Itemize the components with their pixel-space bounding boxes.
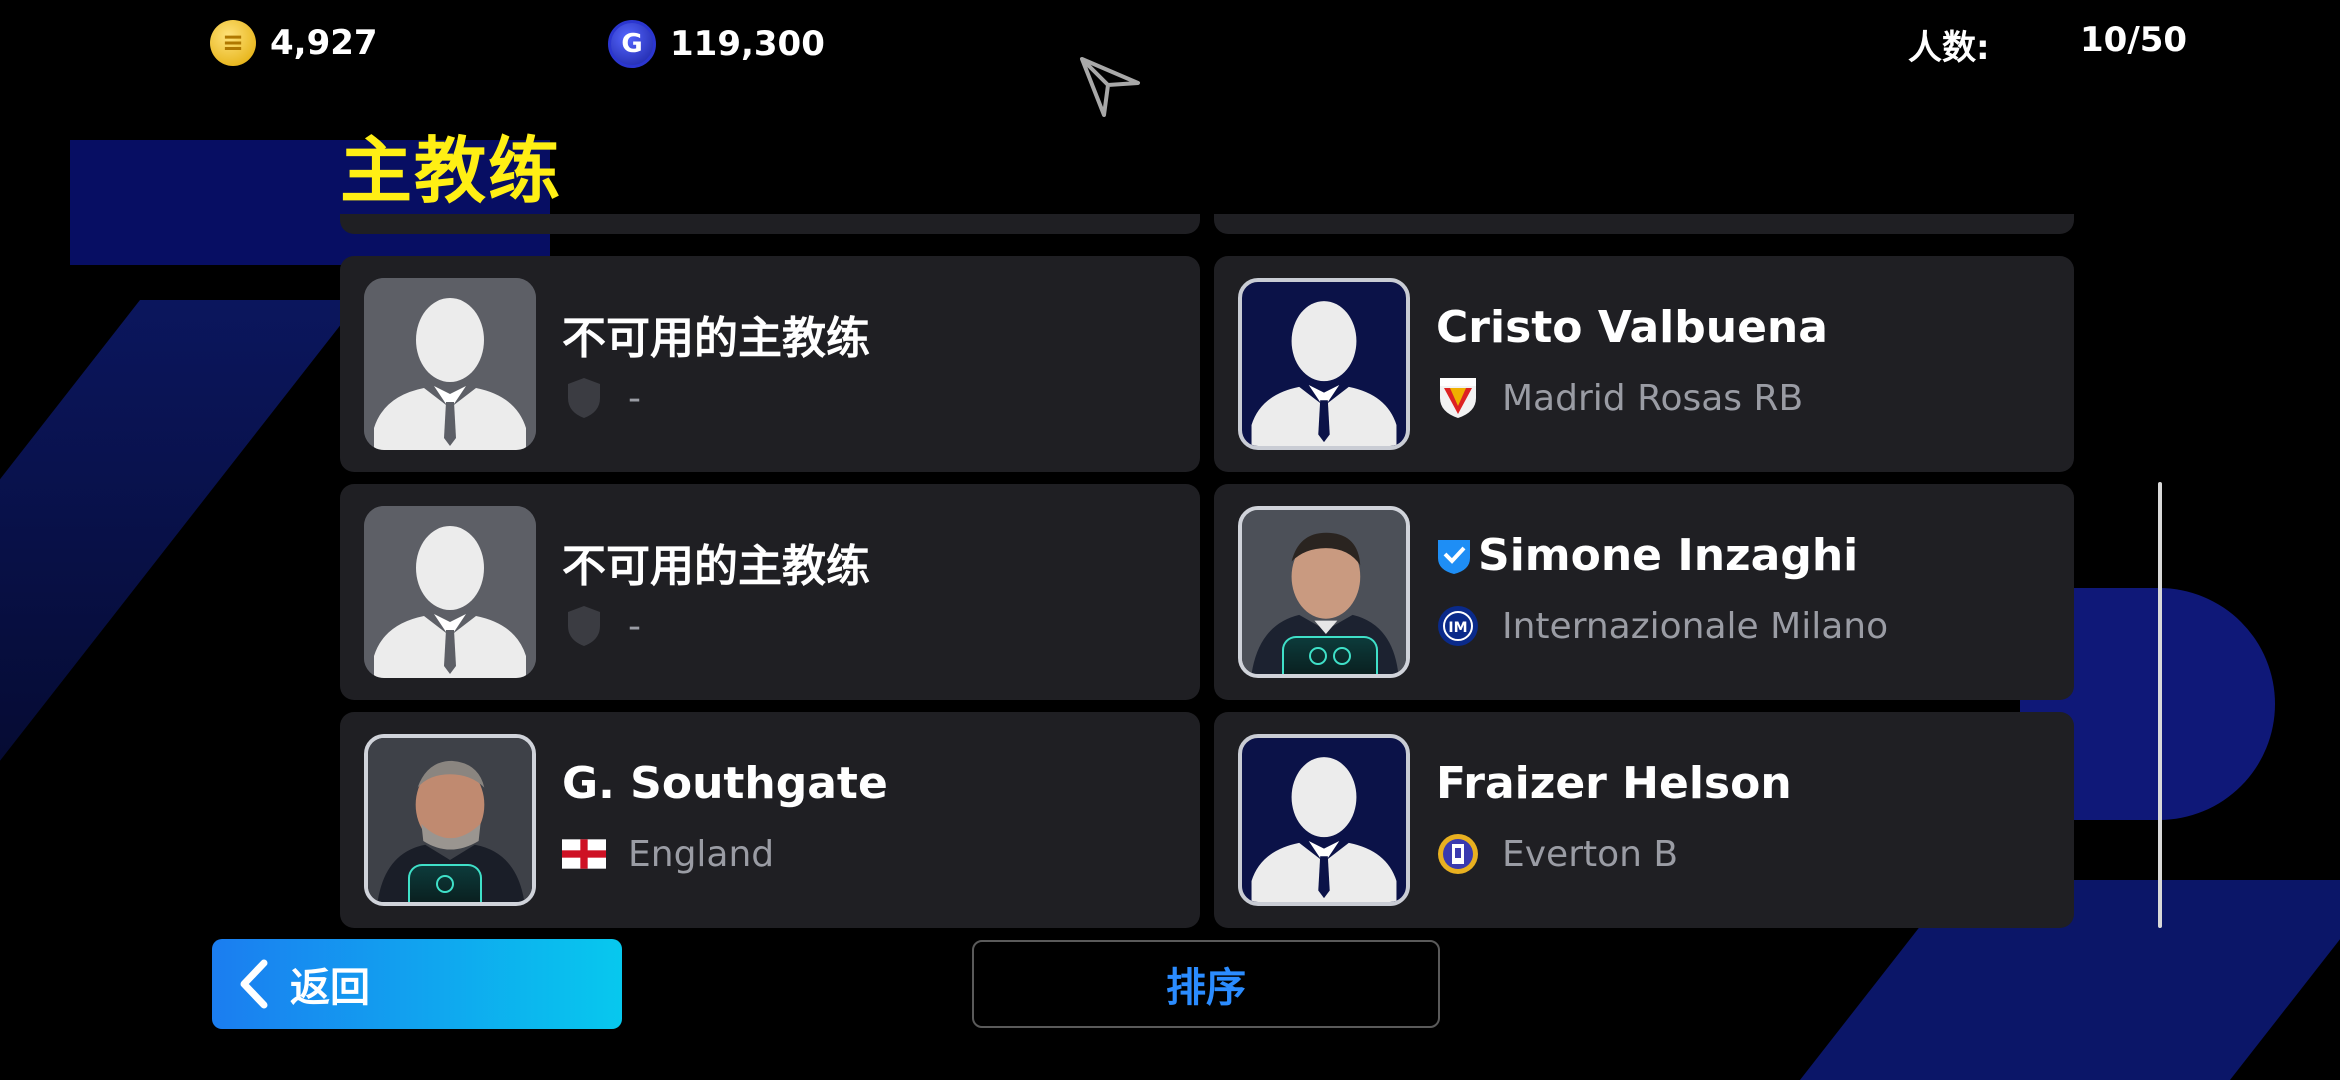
gp-balance: G 119,300 [608,20,825,68]
silhouette-icon [1251,757,1397,902]
coach-avatar-placeholder [1238,278,1410,450]
coach-name-text: Simone Inzaghi [1478,530,1859,581]
coach-club: Madrid Rosas RB [1436,376,1803,420]
club-crest-icon [1436,376,1480,420]
coach-club-name: - [628,377,641,419]
back-button-label: 返回 [290,965,370,1011]
silhouette-icon [364,506,536,678]
list-scrollbar[interactable] [2158,482,2162,928]
silhouette-icon [1251,301,1397,446]
coach-card[interactable]: Simone Inzaghi IM Internazionale Milano [1214,484,2074,700]
coach-card[interactable]: Fraizer Helson Everton B [1214,712,2074,928]
coach-avatar-placeholder [364,278,536,450]
coach-avatar-placeholder [1238,734,1410,906]
coach-name: Simone Inzaghi [1436,530,1858,581]
coach-club: IM Internazionale Milano [1436,604,1888,648]
sort-button[interactable]: 排序 [972,940,1440,1028]
coach-club: - [562,604,641,648]
coach-card[interactable] [340,214,1200,234]
gold-coin-balance: ≡ 4,927 [210,20,378,66]
svg-text:IM: IM [1448,620,1467,636]
squad-count-value: 10/50 [2080,20,2188,60]
squad-count-label: 人数: [1908,28,1990,68]
coach-nation-name: England [628,833,775,875]
coach-name: 不可用的主教练 [562,313,870,364]
verified-shield-icon [1438,540,1470,574]
coach-club-name: Internazionale Milano [1502,605,1889,647]
chevron-left-icon [240,959,268,1009]
coach-photo [364,734,536,906]
gold-coin-icon: ≡ [210,20,256,66]
coach-avatar-placeholder [364,506,536,678]
silhouette-icon [364,278,536,450]
coach-club: - [562,376,641,420]
coach-card[interactable]: 不可用的主教练 - [340,256,1200,472]
shield-icon [562,604,606,648]
inter-crest-icon: IM [1436,604,1480,648]
shield-icon [562,376,606,420]
coach-name: Cristo Valbuena [1436,302,1828,353]
coach-name: 不可用的主教练 [562,541,870,592]
coach-club-name: - [628,605,641,647]
send-icon[interactable] [1078,55,1142,119]
coach-card[interactable] [1214,214,2074,234]
everton-crest-icon [1436,832,1480,876]
coach-club-name: Madrid Rosas RB [1502,377,1804,419]
top-bar: ≡ 4,927 G 119,300 人数: 10/50 [0,0,2340,117]
coach-card[interactable]: 不可用的主教练 - [340,484,1200,700]
recommended-badge [1282,636,1378,674]
coach-nation: England [562,832,774,876]
coach-name: G. Southgate [562,758,888,809]
gold-coin-value: 4,927 [270,23,378,63]
gp-value: 119,300 [670,24,825,64]
coach-photo [1238,506,1410,678]
coach-name: Fraizer Helson [1436,758,1792,809]
gp-coin-icon: G [608,20,656,68]
sort-button-label: 排序 [1166,965,1246,1011]
back-button[interactable]: 返回 [212,939,622,1029]
coach-club: Everton B [1436,832,1678,876]
england-flag-icon [562,832,606,876]
coach-card[interactable]: Cristo Valbuena Madrid Rosas RB [1214,256,2074,472]
coach-list[interactable]: 不可用的主教练 - Cristo Valbuena Madrid Rosas R… [340,214,2080,930]
coach-card[interactable]: G. Southgate England [340,712,1200,928]
page-title: 主教练 [340,129,563,213]
recommended-badge [408,864,482,902]
coach-club-name: Everton B [1502,833,1679,875]
